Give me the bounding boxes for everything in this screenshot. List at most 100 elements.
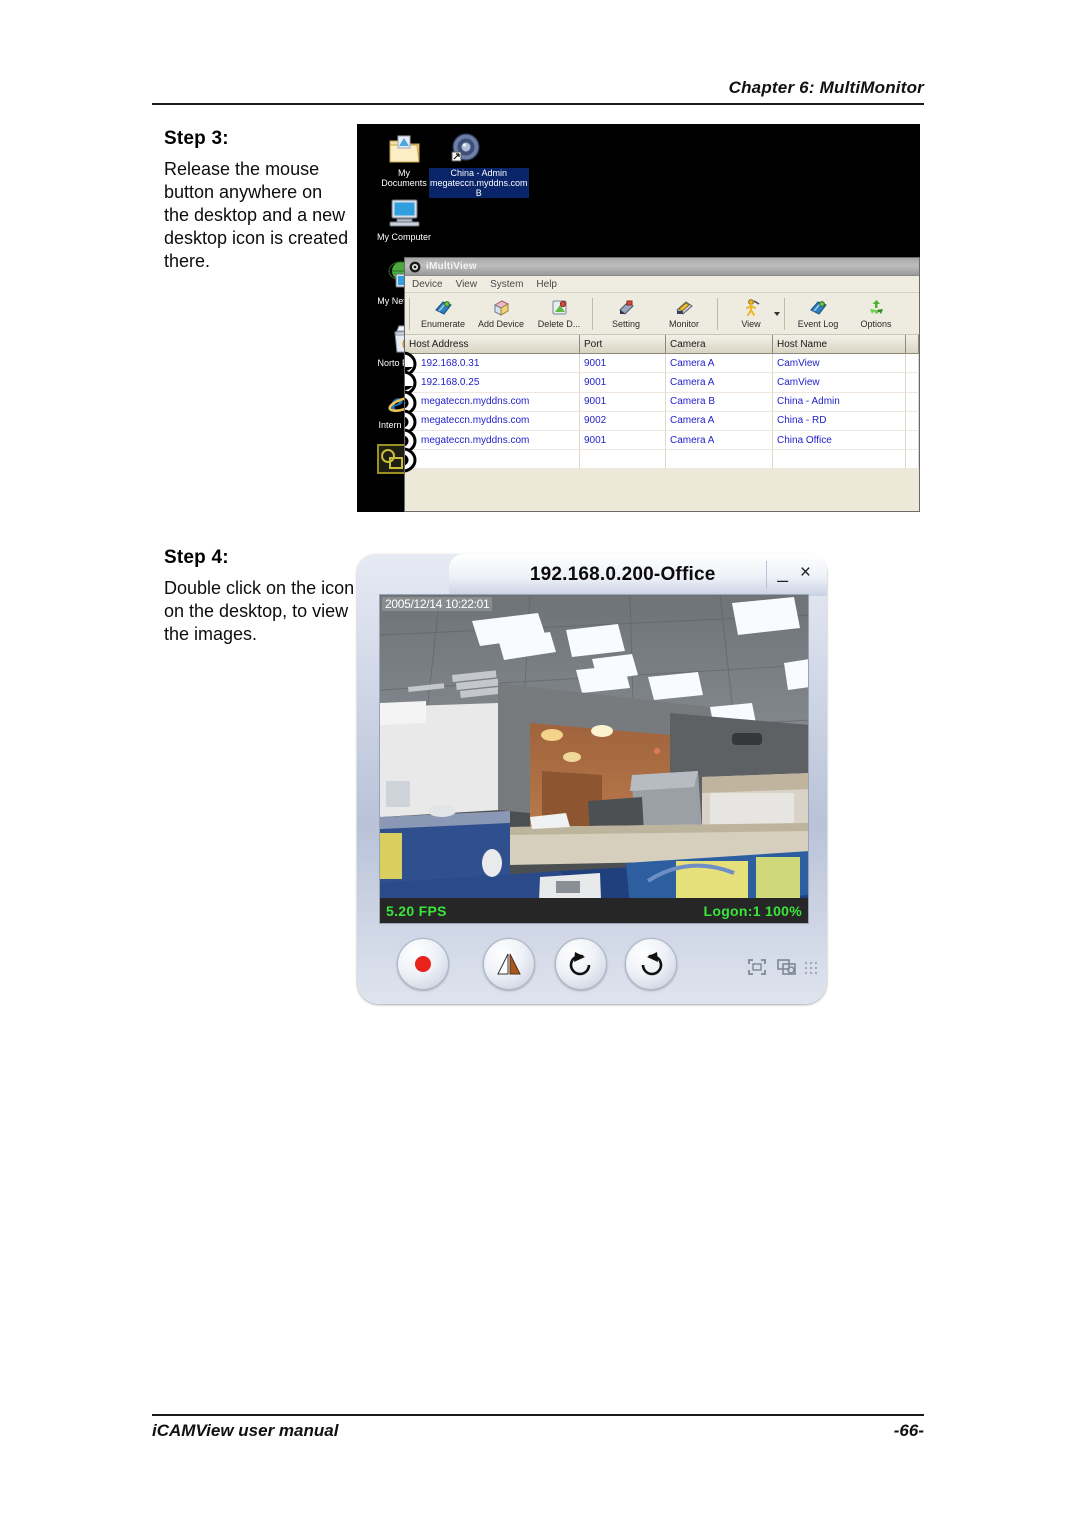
monitor-icon [675, 297, 694, 318]
close-icon[interactable]: × [800, 563, 811, 582]
host-address-text: megateccn.myddns.com [421, 415, 530, 427]
cell-port [580, 450, 666, 470]
toolbar-label-enumerate: Enumerate [420, 319, 466, 329]
table-row[interactable]: megateccn.myddns.com 9001 Camera A China… [405, 428, 919, 454]
cell-camera: Camera B [666, 392, 773, 412]
imultiview-window[interactable]: iMultiView Device View System Help Enume… [404, 257, 920, 512]
desktop-icon-china-admin[interactable]: China - Admin megateccn.myddns.com B [429, 132, 529, 198]
step4-title-word: Step [164, 547, 206, 568]
toolbar-divider [409, 298, 410, 330]
toolbar-label-view: View [741, 319, 761, 329]
minimize-icon[interactable]: _ [777, 563, 788, 582]
options-icon [867, 297, 886, 318]
cell-host-name: China Office [773, 430, 906, 451]
toolbar-button-view[interactable]: View [722, 294, 780, 334]
cell-host-address: megateccn.myddns.com [405, 409, 580, 435]
video-frame-image [380, 595, 808, 923]
cell-host-address: megateccn.myddns.com [405, 390, 580, 415]
desktop-label-my-documents: My Documents [381, 168, 427, 188]
table-row[interactable]: 192.168.0.25 9001 Camera A CamView [405, 371, 919, 396]
setting-icon [617, 297, 636, 318]
cell-host-name: CamView [773, 354, 906, 374]
cell-port: 9001 [580, 430, 666, 451]
cell-camera: Camera A [666, 354, 773, 374]
fullscreen-button[interactable] [747, 958, 767, 976]
menu-device[interactable]: Device [412, 279, 443, 290]
cell-camera [666, 450, 773, 470]
imultiview-toolbar[interactable]: Enumerate Add Device Delete D... Setting… [405, 293, 919, 335]
toolbar-divider-3 [717, 298, 718, 330]
col-header-host-address[interactable]: Host Address [405, 335, 580, 355]
toolbar-button-add-device[interactable]: Add Device [472, 294, 530, 334]
desktop-icon-my-computer[interactable]: My Computer [373, 196, 435, 242]
mirror-icon [497, 953, 521, 975]
rotate-left-button[interactable] [555, 938, 607, 990]
step3-number: 3: [211, 128, 229, 149]
desktop-icon-my-documents[interactable]: My Documents [373, 132, 435, 188]
rotate-right-button[interactable] [625, 938, 677, 990]
toolbar-button-enumerate[interactable]: Enumerate [414, 294, 472, 334]
table-row[interactable]: megateccn.myddns.com 9002 Camera A China… [405, 409, 919, 435]
host-address-text: 192.168.0.31 [421, 357, 480, 369]
viewer-title-text: 192.168.0.200-Office [529, 564, 716, 585]
table-row[interactable]: megateccn.myddns.com 9001 Camera B China… [405, 390, 919, 415]
menu-view[interactable]: View [456, 279, 478, 290]
record-button[interactable] [397, 938, 449, 990]
cell-extra [906, 450, 919, 470]
step3-body: Release the mouse button anywhere on the… [164, 159, 349, 271]
toolbar-button-event-log[interactable]: Event Log [789, 294, 847, 334]
toolbar-label-add-device: Add Device [477, 319, 525, 329]
view-dropdown-caret[interactable] [774, 294, 780, 334]
host-address-text: 192.168.0.25 [421, 376, 480, 388]
video-display[interactable]: 2005/12/14 10:22:01 5.20 FPS Logon:1 100… [379, 594, 809, 924]
viewer-window-controls[interactable]: _ × [766, 561, 827, 589]
resize-grip-icon[interactable] [803, 960, 821, 976]
toolbar-divider-2 [592, 298, 593, 330]
cell-host-address: megateccn.myddns.com [405, 428, 580, 454]
toolbar-label-event-log: Event Log [797, 319, 839, 329]
footer-divider [152, 1414, 924, 1416]
menu-system[interactable]: System [490, 279, 523, 290]
cell-port: 9001 [580, 354, 666, 374]
step3-text-block: Step 3: Release the mouse button anywher… [164, 128, 350, 273]
menu-help[interactable]: Help [536, 279, 557, 290]
host-address-text: megateccn.myddns.com [421, 434, 530, 446]
step4-number: 4: [211, 547, 229, 568]
viewer-titlebar[interactable]: 192.168.0.200-Office _ × [449, 554, 827, 596]
enumerate-icon [434, 297, 453, 318]
cell-host-name [773, 450, 906, 470]
my-documents-icon [373, 132, 435, 166]
col-header-camera[interactable]: Camera [666, 335, 773, 355]
cell-host-name: CamView [773, 373, 906, 393]
toolbar-button-options[interactable]: Options [847, 294, 905, 334]
table-row-partial[interactable] [405, 447, 919, 473]
imultiview-app-icon [409, 261, 421, 272]
col-header-extra[interactable] [906, 335, 919, 355]
step3-title-word: Step [164, 128, 206, 149]
viewer-toolbar[interactable] [379, 932, 818, 998]
col-header-port[interactable]: Port [580, 335, 666, 355]
snapshot-button[interactable] [777, 958, 797, 976]
fps-label: 5.20 FPS [386, 902, 447, 919]
mirror-button[interactable] [483, 938, 535, 990]
col-header-host-name[interactable]: Host Name [773, 335, 906, 355]
event-log-icon [809, 297, 828, 318]
imultiview-titlebar[interactable]: iMultiView [405, 258, 919, 276]
desktop-icon-outlook[interactable] [377, 444, 407, 474]
cell-host-name: China - RD [773, 411, 906, 431]
desktop-label-my-computer: My Computer [376, 232, 431, 242]
toolbar-button-setting[interactable]: Setting [597, 294, 655, 334]
cell-extra [906, 392, 919, 412]
delete-device-icon [550, 297, 569, 318]
cell-port: 9002 [580, 411, 666, 431]
icamview-device-icon [405, 447, 417, 473]
toolbar-button-monitor[interactable]: Monitor [655, 294, 713, 334]
device-table[interactable]: Host Address Port Camera Host Name 192.1… [405, 335, 919, 473]
camera-viewer-window[interactable]: 192.168.0.200-Office _ × 2005/12/14 10:2… [357, 554, 827, 1004]
step4-body: Double click on the icon on the desktop,… [164, 578, 355, 644]
imultiview-menubar[interactable]: Device View System Help [405, 276, 919, 293]
toolbar-button-delete-device[interactable]: Delete D... [530, 294, 588, 334]
add-device-icon [492, 297, 511, 318]
table-row[interactable]: 192.168.0.31 9001 Camera A CamView [405, 351, 919, 377]
device-table-header-row: Host Address Port Camera Host Name [405, 335, 919, 355]
